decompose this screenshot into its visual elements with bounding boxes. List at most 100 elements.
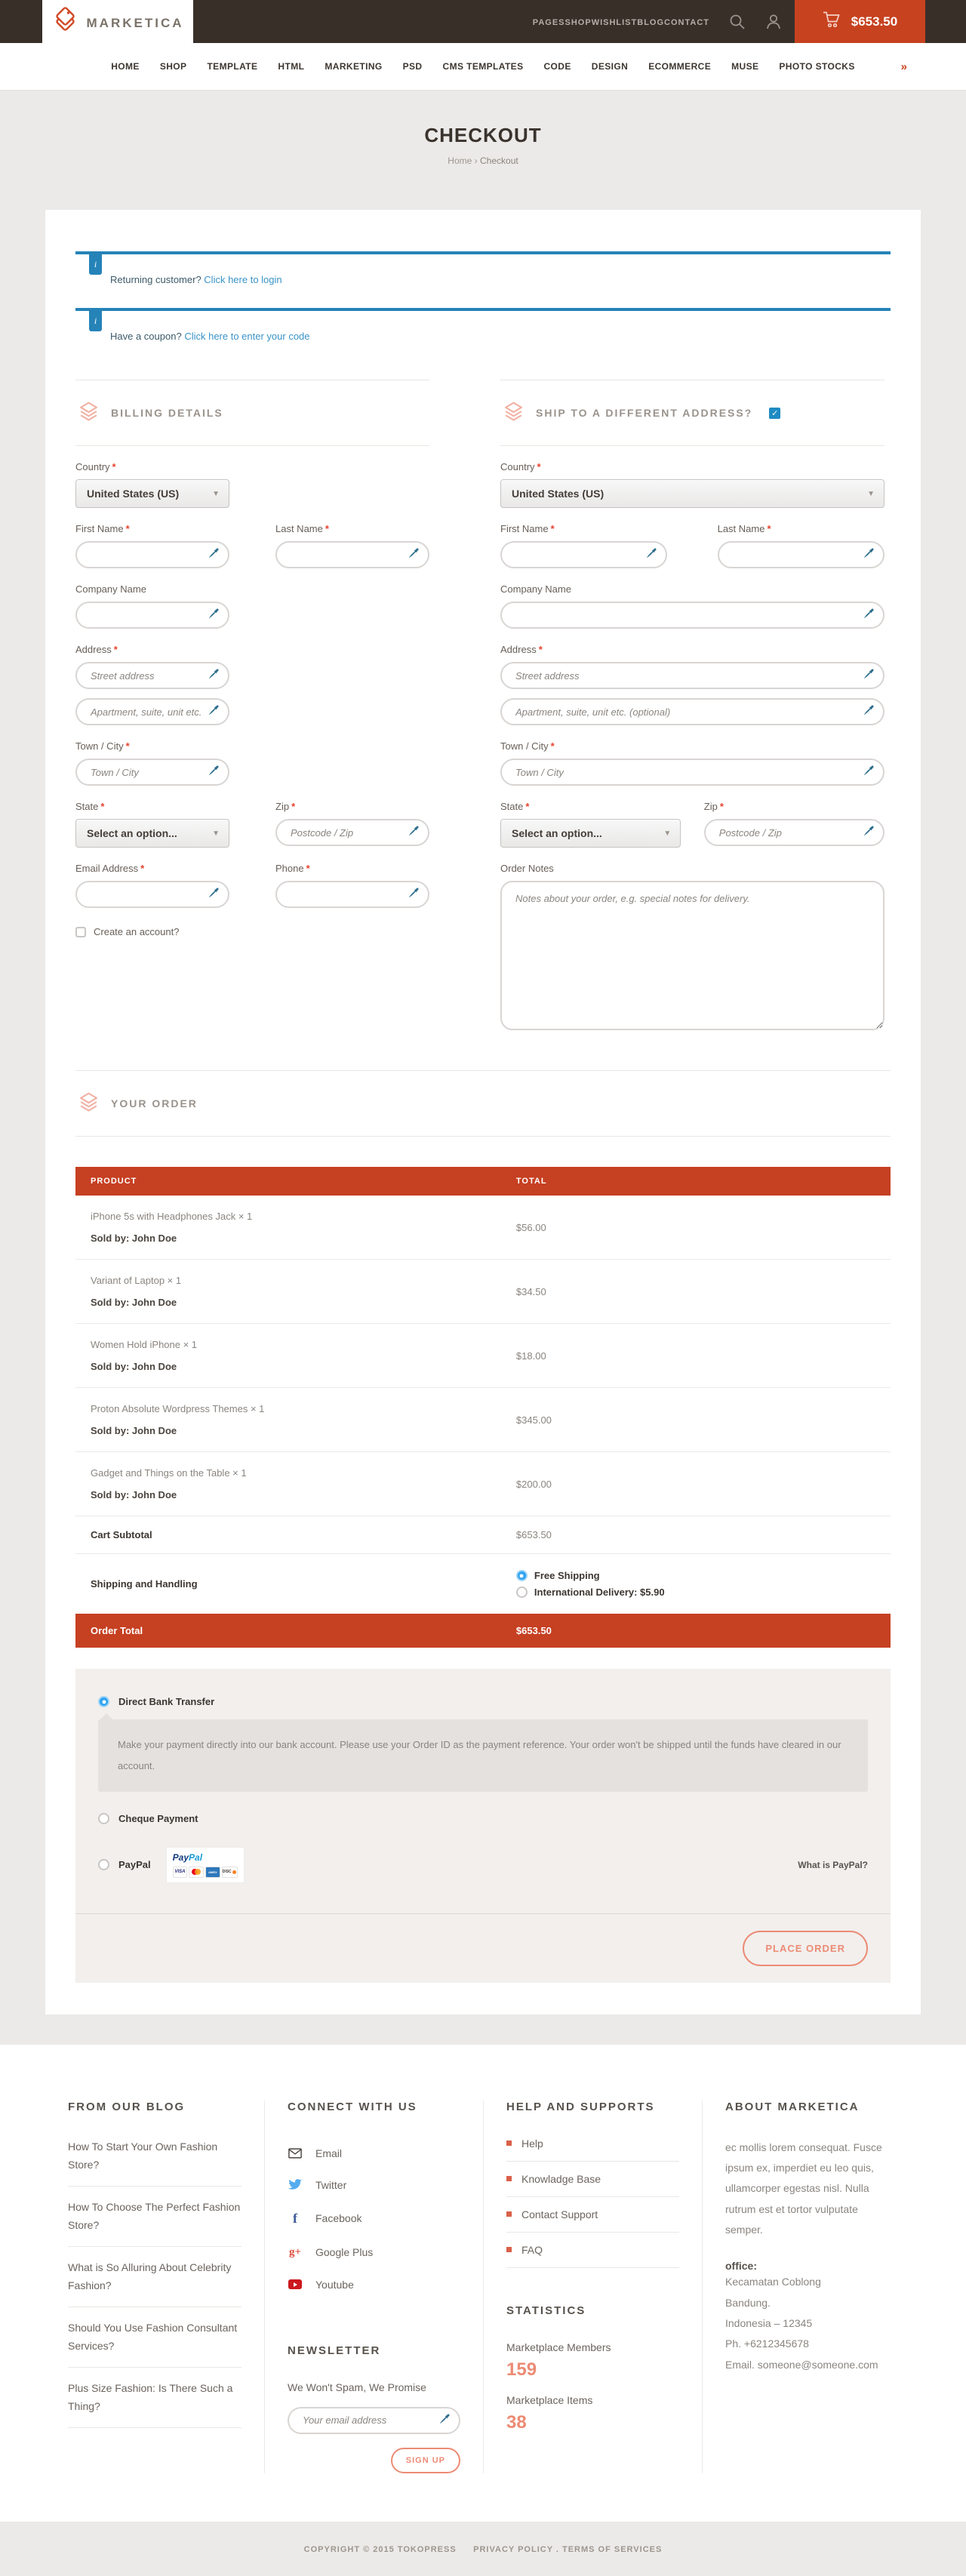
- facebook-icon: f: [288, 2211, 303, 2227]
- radio-button[interactable]: [516, 1570, 528, 1581]
- social-link-google-plus[interactable]: g+Google Plus: [288, 2236, 460, 2269]
- radio-paypal[interactable]: [98, 1859, 109, 1870]
- sign-up-button[interactable]: SIGN UP: [391, 2448, 460, 2473]
- help-link[interactable]: Help: [506, 2137, 679, 2162]
- top-nav: PAGESSHOPWISHLISTBLOGCONTACT: [533, 15, 709, 29]
- billing-town-input[interactable]: [75, 759, 229, 786]
- login-link[interactable]: Click here to login: [204, 274, 281, 285]
- search-icon[interactable]: [729, 14, 746, 30]
- product-seller: Sold by: John Doe: [91, 1425, 516, 1436]
- radio-bank-transfer[interactable]: [98, 1696, 109, 1707]
- billing-company-input[interactable]: [75, 602, 229, 629]
- shipping-last-name-input[interactable]: [718, 541, 884, 568]
- create-account-checkbox[interactable]: [75, 927, 86, 937]
- help-label: Help: [521, 2137, 543, 2150]
- social-link-facebook[interactable]: fFacebook: [288, 2201, 460, 2236]
- footer-connect-column: CONNECT WITH US EmailTwitterfFacebookg+G…: [264, 2101, 483, 2473]
- top-nav-item[interactable]: CONTACT: [664, 18, 709, 27]
- help-link[interactable]: Knowladge Base: [506, 2162, 679, 2197]
- shipping-apartment-input[interactable]: [500, 698, 884, 725]
- radio-button[interactable]: [516, 1587, 528, 1598]
- shipping-option[interactable]: International Delivery: $5.90: [516, 1587, 891, 1598]
- billing-email-input[interactable]: [75, 881, 229, 908]
- connect-title: CONNECT WITH US: [288, 2101, 460, 2113]
- shipping-option[interactable]: Free Shipping: [516, 1570, 891, 1581]
- billing-street-input[interactable]: [75, 662, 229, 689]
- main-nav-item[interactable]: ECOMMERCE: [648, 61, 711, 72]
- social-link-twitter[interactable]: Twitter: [288, 2169, 460, 2201]
- main-nav-item[interactable]: MUSE: [731, 61, 758, 72]
- main-nav-item[interactable]: HOME: [111, 61, 140, 72]
- what-is-paypal-link[interactable]: What is PayPal?: [798, 1860, 868, 1870]
- tag-logo-icon: [52, 6, 79, 42]
- billing-state-select[interactable]: Select an option...▼: [75, 819, 229, 848]
- top-nav-item[interactable]: BLOG: [637, 18, 664, 27]
- main-nav-item[interactable]: SHOP: [160, 61, 187, 72]
- main-nav-item[interactable]: CMS TEMPLATES: [443, 61, 524, 72]
- shipping-street-input[interactable]: [500, 662, 884, 689]
- nav-more-icon[interactable]: »: [901, 60, 907, 73]
- brand-logo[interactable]: MARKETICA: [42, 0, 193, 47]
- main-nav-item[interactable]: HTML: [278, 61, 304, 72]
- checkout-card: i Returning customer? Click here to logi…: [45, 210, 921, 2014]
- top-nav-item[interactable]: PAGES: [533, 18, 565, 27]
- billing-phone-input[interactable]: [275, 881, 429, 908]
- statistics: STATISTICS Marketplace Members159Marketp…: [506, 2304, 679, 2433]
- blog-post-link[interactable]: Should You Use Fashion Consultant Servic…: [68, 2307, 242, 2368]
- main-nav-item[interactable]: MARKETING: [325, 61, 382, 72]
- shipping-country-select[interactable]: United States (US)▼: [500, 479, 884, 508]
- billing-apartment-input[interactable]: [75, 698, 229, 725]
- ship-different-checkbox[interactable]: ✓: [769, 408, 780, 419]
- blog-post-link[interactable]: Plus Size Fashion: Is There Such a Thing…: [68, 2368, 242, 2428]
- email-icon: [288, 2148, 303, 2159]
- radio-cheque[interactable]: [98, 1813, 109, 1824]
- place-order-button[interactable]: PLACE ORDER: [743, 1931, 868, 1966]
- blog-post-link[interactable]: What is So Alluring About Celebrity Fash…: [68, 2247, 242, 2307]
- main-nav-item[interactable]: DESIGN: [592, 61, 628, 72]
- social-link-youtube[interactable]: Youtube: [288, 2269, 460, 2301]
- office-line: Email. someone@someone.com: [725, 2355, 898, 2375]
- main-nav-item[interactable]: CODE: [543, 61, 571, 72]
- help-link[interactable]: FAQ: [506, 2233, 679, 2268]
- top-nav-item[interactable]: SHOP: [565, 18, 592, 27]
- layers-icon: [78, 1091, 99, 1116]
- main-nav-item[interactable]: PSD: [403, 61, 423, 72]
- shipping-first-name-input[interactable]: [500, 541, 667, 568]
- top-nav-item[interactable]: WISHLIST: [592, 18, 638, 27]
- legal-links[interactable]: PRIVACY POLICY . TERMS OF SERVICES: [473, 2545, 662, 2554]
- order-notes-textarea[interactable]: [500, 881, 884, 1030]
- payment-section: Direct Bank Transfer Make your payment d…: [75, 1669, 891, 1983]
- billing-title: BILLING DETAILS: [111, 407, 223, 419]
- footer-about-column: ABOUT MARKETICA ec mollis lorem consequa…: [702, 2101, 921, 2473]
- help-label: Contact Support: [521, 2208, 598, 2221]
- coupon-link[interactable]: Click here to enter your code: [184, 331, 309, 342]
- billing-section: BILLING DETAILS Country* United States (…: [75, 380, 429, 1034]
- shipping-state-select[interactable]: Select an option...▼: [500, 819, 681, 848]
- main-nav-item[interactable]: TEMPLATE: [207, 61, 257, 72]
- office-label: office:: [725, 2260, 898, 2272]
- footer-blog-column: FROM OUR BLOG How To Start Your Own Fash…: [45, 2101, 264, 2473]
- social-link-email[interactable]: Email: [288, 2137, 460, 2169]
- user-icon[interactable]: [765, 14, 782, 30]
- billing-first-name-input[interactable]: [75, 541, 229, 568]
- payment-method-paypal[interactable]: PayPal PayPal VISA AMEX DISC What is Pay…: [98, 1847, 868, 1883]
- main-nav-item[interactable]: PHOTO STOCKS: [779, 61, 854, 72]
- cart-button[interactable]: $653.50: [795, 0, 925, 43]
- breadcrumb-home[interactable]: Home: [448, 155, 472, 166]
- help-link[interactable]: Contact Support: [506, 2197, 679, 2233]
- product-seller: Sold by: John Doe: [91, 1233, 516, 1244]
- product-total: $56.00: [516, 1222, 891, 1233]
- billing-last-name-input[interactable]: [275, 541, 429, 568]
- payment-method-bank[interactable]: Direct Bank Transfer: [98, 1696, 868, 1707]
- blog-post-link[interactable]: How To Choose The Perfect Fashion Store?: [68, 2187, 242, 2247]
- chevron-down-icon: ▼: [663, 829, 671, 838]
- shipping-town-input[interactable]: [500, 759, 884, 786]
- blog-post-link[interactable]: How To Start Your Own Fashion Store?: [68, 2137, 242, 2187]
- shipping-zip-input[interactable]: [704, 819, 884, 846]
- shipping-section: SHIP TO A DIFFERENT ADDRESS? ✓ Country* …: [500, 380, 884, 1034]
- billing-zip-input[interactable]: [275, 819, 429, 846]
- billing-country-select[interactable]: United States (US)▼: [75, 479, 229, 508]
- newsletter-email-input[interactable]: [288, 2407, 460, 2434]
- payment-method-cheque[interactable]: Cheque Payment: [98, 1813, 868, 1824]
- shipping-company-input[interactable]: [500, 602, 884, 629]
